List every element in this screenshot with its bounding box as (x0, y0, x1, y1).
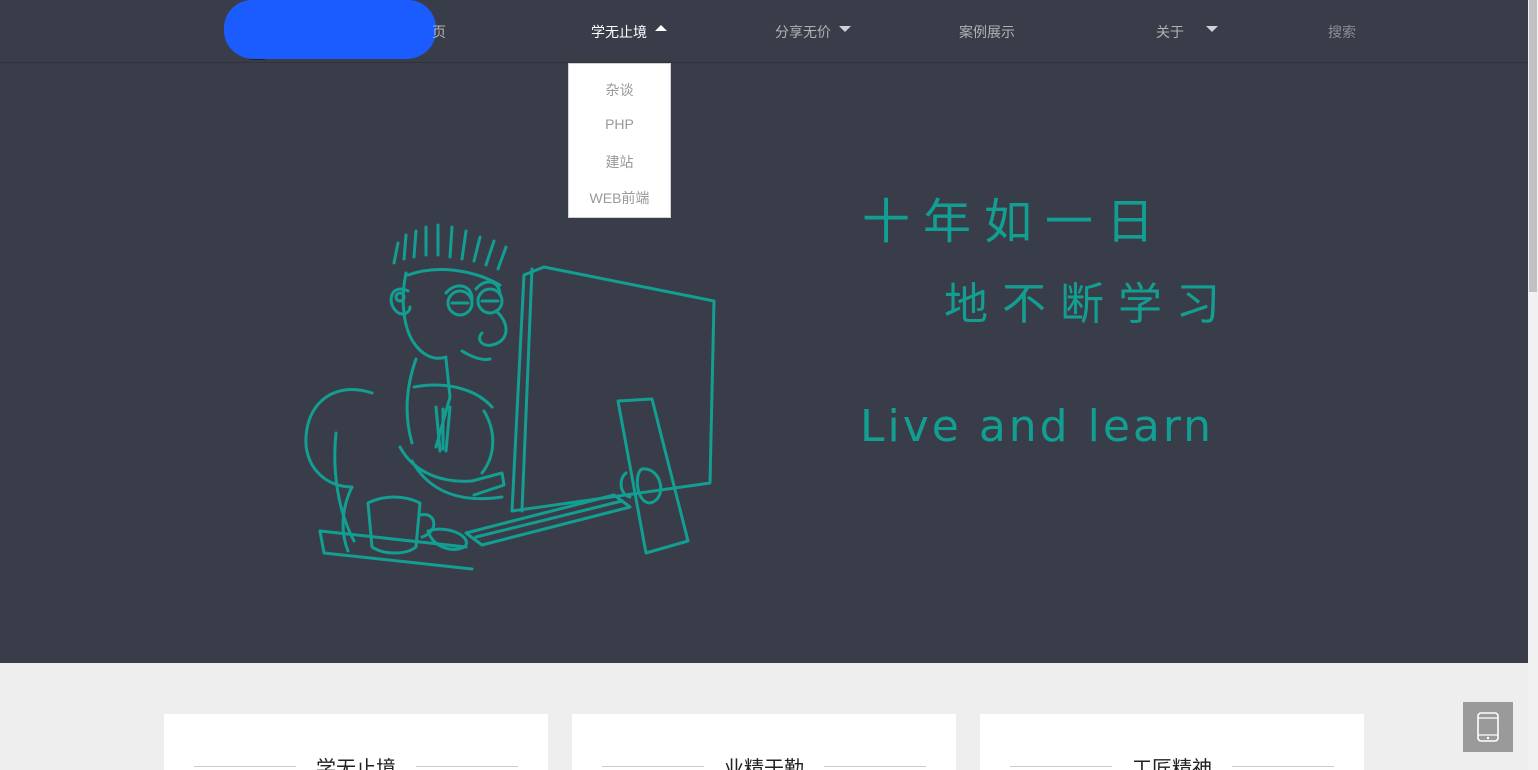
learn-dropdown-menu: 杂谈 PHP 建站 WEB前端 (568, 63, 671, 218)
programmer-illustration (304, 223, 716, 571)
caret-up-icon[interactable] (655, 25, 667, 31)
divider (824, 766, 926, 767)
caret-down-icon[interactable] (839, 26, 851, 32)
hero-banner: 十年如一日 地不断学习 Live and learn (0, 63, 1528, 663)
dropdown-item-web-frontend[interactable]: WEB前端 (569, 188, 670, 208)
card-title: 学无止境 (316, 758, 396, 770)
nav-home[interactable]: 页 (432, 22, 446, 42)
nav-learn[interactable]: 学无止境 (591, 22, 647, 42)
mobile-icon (1477, 712, 1499, 742)
scrollbar-thumb[interactable] (1529, 0, 1537, 292)
top-navbar: 页 学无止境 分享无价 案例展示 关于 搜索 (0, 0, 1528, 63)
page-scrollbar[interactable] (1528, 0, 1538, 770)
hero-line-english: Live and learn (860, 401, 1215, 452)
divider (416, 766, 518, 767)
logo-redaction[interactable] (224, 0, 436, 59)
dropdown-item-php[interactable]: PHP (569, 116, 670, 132)
mobile-view-button[interactable] (1463, 702, 1513, 752)
page: 十年如一日 地不断学习 Live and learn 页 学无止境 分享无价 案… (0, 0, 1528, 770)
nav-share[interactable]: 分享无价 (775, 22, 831, 42)
card-title: 工匠精神 (1132, 758, 1212, 770)
feature-card: 业精于勤 (572, 714, 956, 770)
dropdown-item-misc[interactable]: 杂谈 (569, 80, 670, 100)
nav-cases[interactable]: 案例展示 (959, 22, 1015, 42)
card-title: 业精于勤 (724, 758, 804, 770)
feature-card: 学无止境 (164, 714, 548, 770)
caret-down-icon[interactable] (1206, 26, 1218, 32)
dropdown-item-website[interactable]: 建站 (569, 152, 670, 172)
nav-about[interactable]: 关于 (1156, 22, 1184, 42)
divider (1232, 766, 1334, 767)
hero-line-chinese-2: 地不断学习 (944, 279, 1234, 330)
hero-line-chinese-1: 十年如一日 (862, 194, 1168, 250)
nav-search[interactable]: 搜索 (1328, 22, 1356, 42)
feature-card: 工匠精神 (980, 714, 1364, 770)
